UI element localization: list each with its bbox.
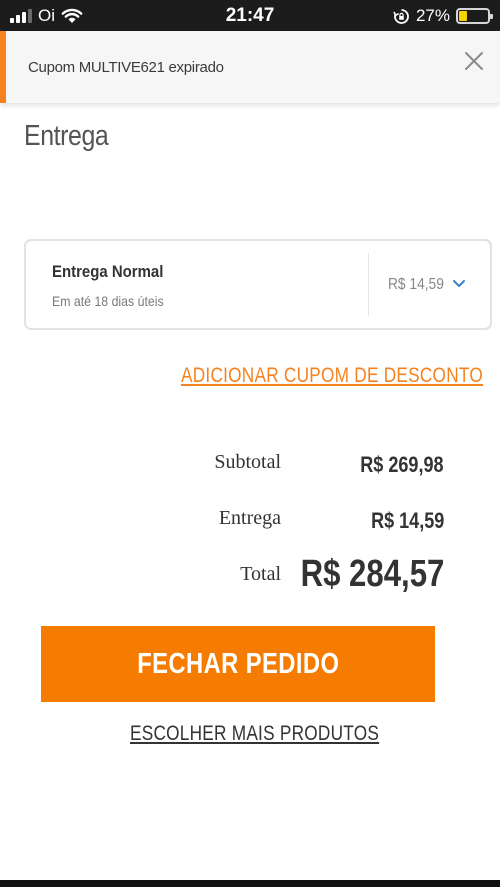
choose-more-products-link[interactable]: ESCOLHER MAIS PRODUTOS — [130, 722, 379, 746]
alert-message: Cupom MULTIVE621 expirado — [28, 59, 224, 76]
close-icon[interactable] — [462, 49, 486, 73]
shipping-eta: Em até 18 dias úteis — [52, 293, 164, 309]
shipping-name: Entrega Normal — [52, 262, 164, 281]
total-value: R$ 284,57 — [300, 553, 444, 595]
shipping-option-select[interactable]: Entrega Normal Em até 18 dias úteis R$ 1… — [24, 239, 492, 330]
battery-fill — [459, 11, 467, 21]
battery-icon — [456, 8, 493, 24]
delivery-label: Entrega — [218, 507, 281, 529]
battery-percent: 27% — [415, 6, 450, 25]
page-title: Entrega — [24, 120, 109, 152]
coupon-expired-alert: Cupom MULTIVE621 expirado — [0, 31, 500, 103]
total-label: Total — [240, 563, 281, 585]
checkout-button[interactable]: FECHAR PEDIDO — [41, 626, 435, 702]
delivery-value: R$ 14,59 — [370, 508, 444, 533]
status-bar: Oi 21:47 27% — [0, 0, 500, 31]
subtotal-label: Subtotal — [214, 451, 281, 473]
chevron-down-icon[interactable] — [452, 279, 466, 289]
status-right: 27% — [393, 6, 493, 26]
shipping-price: R$ 14,59 — [388, 276, 444, 293]
subtotal-value: R$ 269,98 — [360, 452, 444, 477]
checkout-label: FECHAR PEDIDO — [136, 647, 340, 680]
divider — [368, 253, 369, 316]
rotation-lock-icon — [393, 8, 409, 24]
bottom-bar — [0, 880, 500, 887]
add-coupon-link[interactable]: ADICIONAR CUPOM DE DESCONTO — [181, 364, 483, 388]
